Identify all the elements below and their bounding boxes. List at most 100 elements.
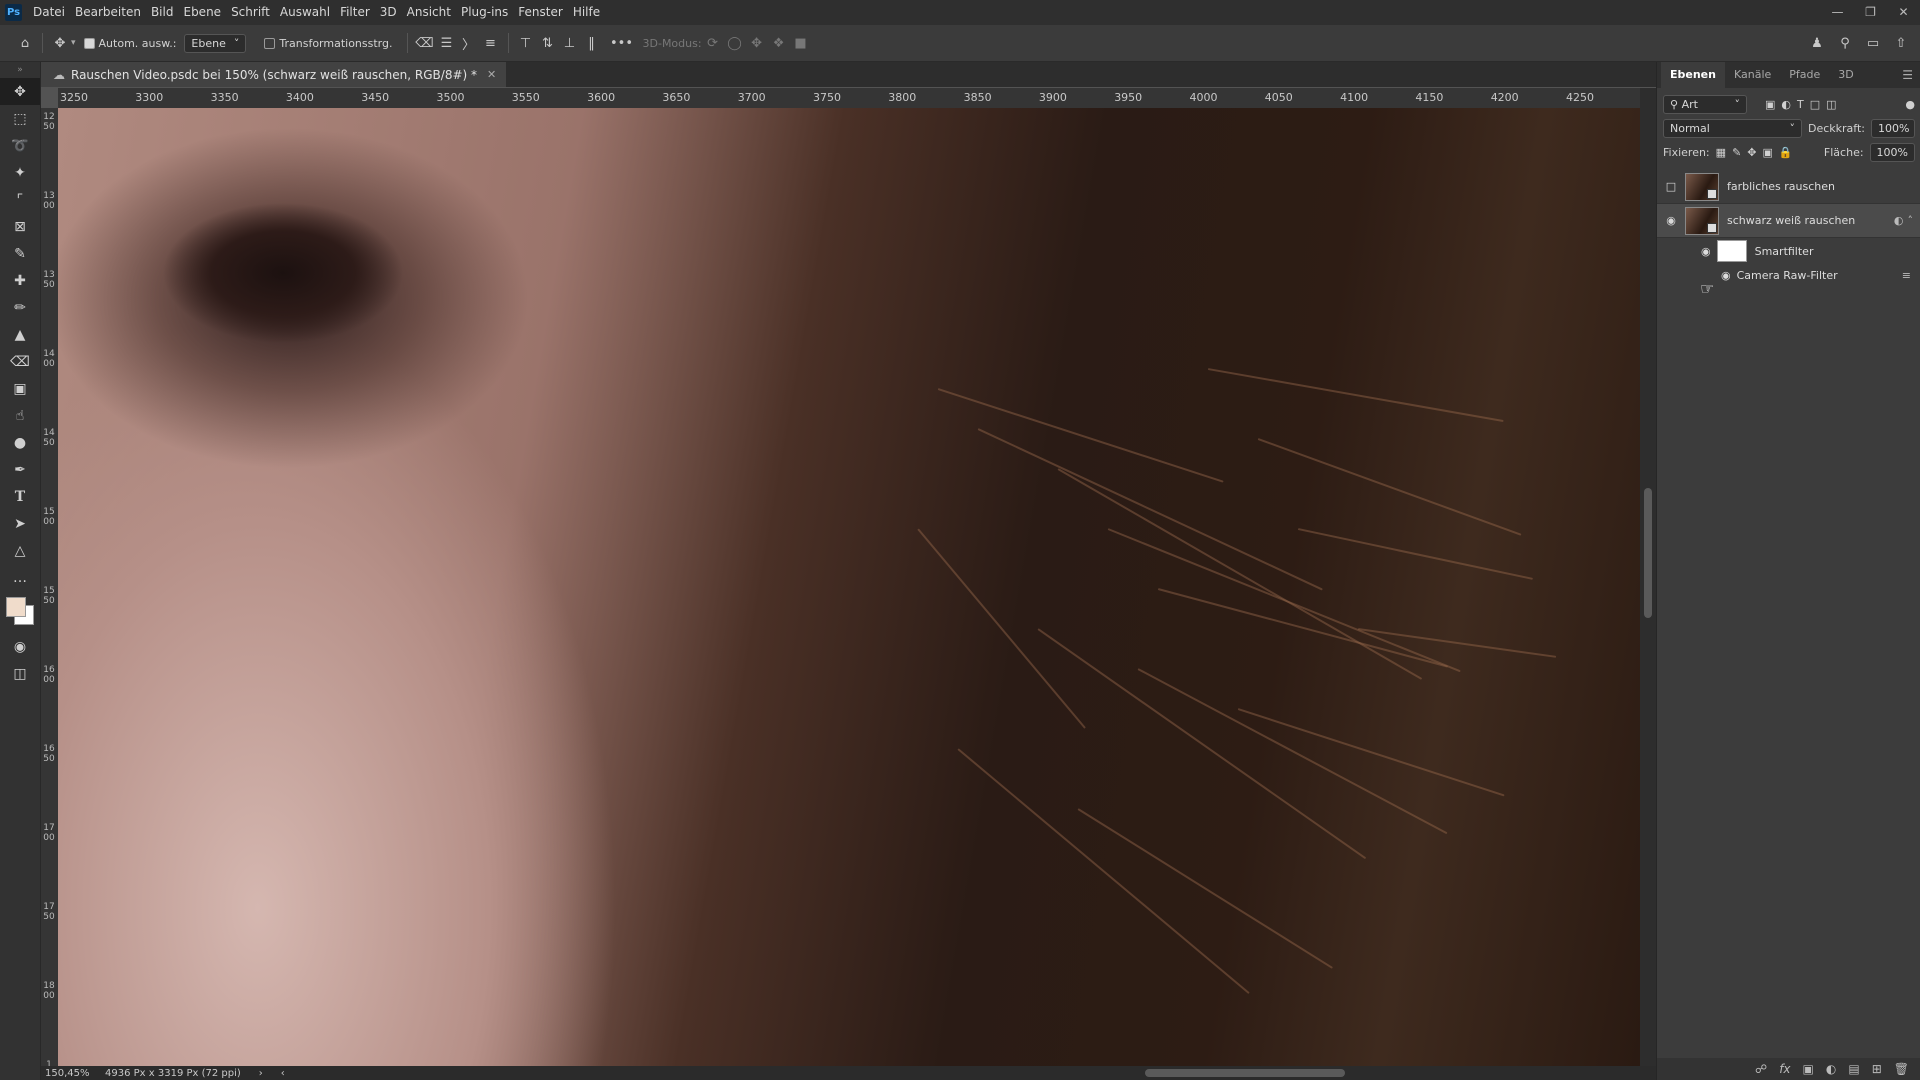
3d-orbit-icon[interactable]: ⟳ — [702, 32, 724, 54]
menu-item-auswahl[interactable]: Auswahl — [275, 0, 335, 25]
chevron-up-icon[interactable]: ˄ — [1908, 214, 1914, 227]
eye-icon[interactable]: ◉ — [1721, 269, 1731, 282]
filter-options-icon[interactable]: ≡ — [1902, 269, 1911, 282]
3d-camera-icon[interactable]: ■ — [790, 32, 812, 54]
lasso-tool-icon[interactable]: ➰ — [0, 132, 40, 159]
type-tool-icon[interactable]: T — [0, 483, 40, 510]
move-tool-icon[interactable]: ✥ — [49, 32, 71, 54]
panel-menu-icon[interactable]: ☰ — [1902, 68, 1913, 82]
add-mask-icon[interactable]: ▣ — [1803, 1062, 1814, 1076]
menu-item-bearbeiten[interactable]: Bearbeiten — [70, 0, 146, 25]
restore-icon[interactable]: ❐ — [1854, 0, 1887, 25]
visibility-toggle-hidden[interactable]: □ — [1663, 180, 1679, 193]
fill-input[interactable]: 100% — [1869, 142, 1915, 162]
new-group-icon[interactable]: ▤ — [1848, 1062, 1859, 1076]
menu-item-hilfe[interactable]: Hilfe — [568, 0, 605, 25]
share-icon[interactable]: ⇧ — [1890, 32, 1912, 54]
frame-tool-icon[interactable]: ⊠ — [0, 213, 40, 240]
lock-all-icon[interactable]: 🔒 — [1779, 146, 1793, 159]
healing-brush-tool-icon[interactable]: ✚ — [0, 267, 40, 294]
layer-name[interactable]: farbliches rauschen — [1727, 180, 1835, 193]
tab-channels[interactable]: Kanäle — [1725, 62, 1780, 88]
auto-select-target-dropdown[interactable]: Ebene ˅ — [184, 33, 247, 53]
more-tools-icon[interactable]: … — [0, 564, 40, 591]
tab-paths[interactable]: Pfade — [1780, 62, 1829, 88]
lock-artboard-icon[interactable]: ▣ — [1763, 146, 1773, 159]
menu-item-3d[interactable]: 3D — [375, 0, 402, 25]
align-middle-icon[interactable]: ⇅ — [537, 32, 559, 54]
menu-item-plug-ins[interactable]: Plug-ins — [456, 0, 513, 25]
layer-name[interactable]: schwarz weiß rauschen — [1727, 214, 1855, 227]
search-icon[interactable]: ⚲ — [1834, 32, 1856, 54]
transform-controls-checkbox[interactable]: Transformationsstrg. — [264, 37, 393, 50]
new-layer-icon[interactable]: ⊞ — [1872, 1062, 1882, 1076]
type-filter-icon[interactable]: T — [1797, 98, 1804, 111]
align-top-icon[interactable]: ⊤ — [515, 32, 537, 54]
checkbox-unchecked[interactable] — [264, 37, 276, 49]
marquee-tool-icon[interactable]: ⬚ — [0, 105, 40, 132]
workspace-icon[interactable]: ▭ — [1862, 32, 1884, 54]
vertical-scrollbar[interactable] — [1640, 88, 1656, 1066]
3d-slide-icon[interactable]: ❖ — [768, 32, 790, 54]
brush-tool-icon[interactable]: ✏ — [0, 294, 40, 321]
blend-mode-dropdown[interactable]: Normal ˅ — [1663, 118, 1802, 138]
pen-tool-icon[interactable]: ✒ — [0, 456, 40, 483]
align-left-icon[interactable]: ⌫ — [414, 32, 436, 54]
minimize-icon[interactable]: — — [1821, 0, 1854, 25]
magic-wand-tool-icon[interactable]: ✦ — [0, 159, 40, 186]
menu-item-datei[interactable]: Datei — [28, 0, 70, 25]
quick-mask-icon[interactable]: ◉ — [0, 633, 40, 660]
adjustment-filter-icon[interactable]: ◐ — [1781, 98, 1791, 111]
path-selection-tool-icon[interactable]: ➤ — [0, 510, 40, 537]
menu-item-ansicht[interactable]: Ansicht — [402, 0, 456, 25]
foreground-color-swatch[interactable] — [6, 597, 26, 617]
smart-object-filter-icon[interactable]: ◫ — [1826, 98, 1836, 111]
dodge-tool-icon[interactable]: ● — [0, 429, 40, 456]
document-tab[interactable]: ☁ Rauschen Video.psdc bei 150% (schwarz … — [41, 62, 507, 87]
close-tab-icon[interactable]: ✕ — [487, 68, 496, 81]
shape-tool-icon[interactable]: △ — [0, 537, 40, 564]
opacity-input[interactable]: 100% — [1871, 118, 1915, 138]
pixel-filter-icon[interactable]: ▣ — [1765, 98, 1775, 111]
color-swatches[interactable] — [0, 591, 40, 633]
align-bottom-icon[interactable]: ⊥ — [559, 32, 581, 54]
align-center-icon[interactable]: ☰ — [436, 32, 458, 54]
move-tool-icon[interactable]: ✥ — [0, 78, 40, 105]
trash-icon[interactable]: 🗑 — [1894, 1062, 1909, 1076]
stamp-tool-icon[interactable]: ▲ — [0, 321, 40, 348]
filter-mask-thumbnail[interactable] — [1716, 240, 1747, 262]
menu-item-ebene[interactable]: Ebene — [178, 0, 226, 25]
eyedropper-tool-icon[interactable]: ✎ — [0, 240, 40, 267]
3d-roll-icon[interactable]: ◯ — [724, 32, 746, 54]
chevron-down-icon[interactable]: ▾ — [71, 38, 76, 48]
menu-item-fenster[interactable]: Fenster — [513, 0, 568, 25]
scrollbar-thumb[interactable] — [1644, 488, 1652, 618]
layer-row-selected[interactable]: ◉ schwarz weiß rauschen ◐ ˄ — [1657, 204, 1920, 238]
distribute-vertical-icon[interactable]: ‖ — [581, 32, 603, 54]
eraser-tool-icon[interactable]: ⌫ — [0, 348, 40, 375]
checkbox-checked[interactable] — [83, 37, 95, 49]
gradient-tool-icon[interactable]: ▣ — [0, 375, 40, 402]
zoom-level[interactable]: 150,45% — [41, 1068, 91, 1079]
collapse-icon[interactable]: » — [0, 62, 40, 78]
eye-icon[interactable]: ◉ — [1663, 214, 1679, 227]
link-layers-icon[interactable]: ☍ — [1755, 1062, 1767, 1076]
image-canvas[interactable] — [58, 108, 1640, 1066]
fx-icon[interactable]: fx — [1779, 1062, 1790, 1076]
smartfilter-row[interactable]: ◉ Smartfilter — [1657, 238, 1920, 264]
menu-item-schrift[interactable]: Schrift — [226, 0, 275, 25]
lock-position-icon[interactable]: ✥ — [1747, 146, 1756, 159]
more-options-button[interactable]: ••• — [610, 32, 633, 54]
menu-item-filter[interactable]: Filter — [335, 0, 375, 25]
share-user-icon[interactable]: ♟ — [1806, 32, 1828, 54]
shape-filter-icon[interactable]: □ — [1810, 98, 1820, 111]
layer-row[interactable]: □ farbliches rauschen — [1657, 170, 1920, 204]
close-icon[interactable]: ✕ — [1887, 0, 1920, 25]
smudge-tool-icon[interactable]: ☝ — [0, 402, 40, 429]
tab-3d[interactable]: 3D — [1829, 62, 1862, 88]
align-right-icon[interactable]: 〉 — [458, 32, 480, 54]
3d-pan-icon[interactable]: ✥ — [746, 32, 768, 54]
tab-layers[interactable]: Ebenen — [1661, 62, 1725, 88]
screen-mode-icon[interactable]: ◫ — [0, 660, 40, 687]
menu-item-bild[interactable]: Bild — [146, 0, 179, 25]
